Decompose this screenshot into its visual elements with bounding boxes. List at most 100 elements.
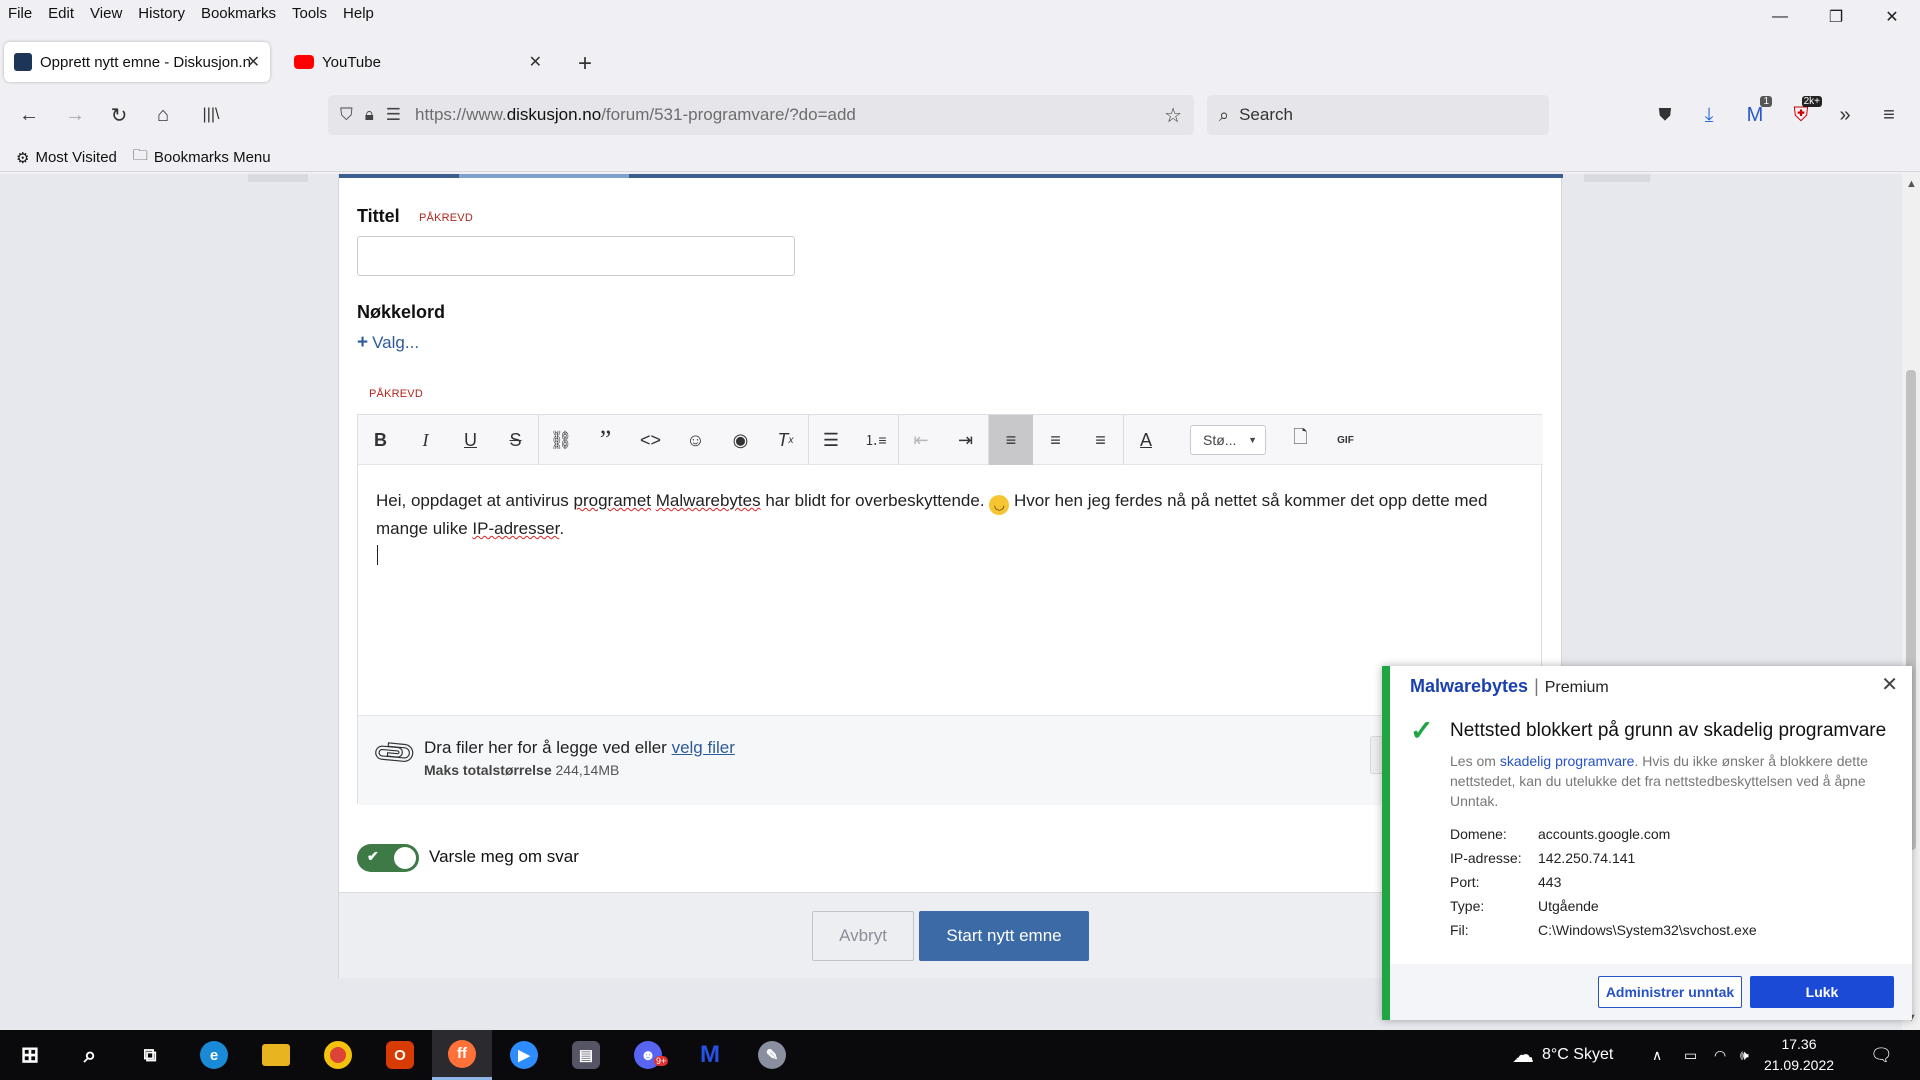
search-bar[interactable]: ⌕ Search [1207,95,1549,135]
menu-file[interactable]: File [0,5,40,22]
title-input[interactable] [357,236,795,276]
numbered-list-icon[interactable]: ⒈≡ [853,415,898,465]
keywords-choose-link[interactable]: + Valg... [357,332,419,354]
battery-icon[interactable]: ▭ [1684,1030,1697,1080]
notification-heading: Nettsted blokkert på grunn av skadelig p… [1450,720,1887,741]
menu-view[interactable]: View [82,5,130,22]
choose-files-link[interactable]: velg filer [672,738,735,757]
more-tools-icon[interactable]: » [1832,102,1858,128]
indent-icon[interactable]: ⇥ [943,415,988,465]
gif-icon[interactable]: GIF [1323,415,1368,465]
back-icon[interactable]: ← [16,102,42,128]
link-icon[interactable]: ⛓ [538,415,583,465]
align-left-icon[interactable]: ≡ [988,415,1033,465]
align-center-icon[interactable]: ≡ [1033,415,1078,465]
bookmark-menu[interactable]: 🗀 Bookmarks Menu [133,145,271,170]
taskbar-edge[interactable]: e [184,1030,244,1080]
form-footer: Avbryt Start nytt emne [339,892,1563,978]
underline-icon[interactable]: U [448,415,493,465]
close-tab-icon[interactable]: ✕ [529,52,542,72]
smile-emoji-icon: ◡ [989,495,1010,515]
code-icon[interactable]: <> [628,415,673,465]
outdent-icon[interactable]: ⇤ [898,415,943,465]
bookmark-star-icon[interactable]: ☆ [1164,103,1182,128]
lock-icon[interactable]: 🔒︎ [365,105,374,125]
ublock-extension-icon[interactable]: ⛨ 2k+ [1788,96,1822,128]
close-button[interactable]: Lukk [1750,976,1894,1008]
taskbar-malwarebytes[interactable]: M [680,1030,740,1080]
taskbar-firefox[interactable]: ff [432,1030,492,1080]
start-topic-button[interactable]: Start nytt emne [919,911,1089,961]
forward-icon[interactable]: → [62,102,88,128]
volume-icon[interactable]: 🕪︎ [1740,1030,1749,1080]
spoiler-eye-icon[interactable]: ◉ [718,415,763,465]
scroll-up-icon[interactable]: ▲ [1906,178,1917,190]
cloud-icon: ☁ [1512,1042,1534,1067]
hamburger-menu-icon[interactable]: ≡ [1876,102,1902,128]
manage-exceptions-button[interactable]: Administrer unntak [1598,976,1742,1008]
attachment-area[interactable]: 📎︎ Dra filer her for å legge ved eller v… [358,715,1543,805]
taskbar-office[interactable]: O [370,1030,430,1080]
tab-diskusjon[interactable]: Opprett nytt emne - Diskusjon.n ✕ [4,42,270,82]
reload-icon[interactable]: ↻ [106,102,132,128]
permissions-icon[interactable]: ☰ [386,105,401,125]
downloads-icon[interactable]: ⤓ [1696,102,1722,128]
start-button[interactable]: ⊞ [0,1030,60,1080]
malwarebytes-icon: M [700,1041,720,1068]
quote-icon[interactable]: ” [583,415,628,465]
editor-content[interactable]: Hei, oppdaget at antivirus programet Mal… [376,487,1531,543]
tray-chevron-up-icon[interactable]: ∧ [1652,1030,1662,1080]
close-window-button[interactable]: ✕ [1864,0,1920,34]
tab-youtube[interactable]: YouTube ✕ [284,42,552,82]
wifi-icon[interactable]: ◠ [1714,1030,1726,1080]
nav-bar: ← → ↻ ⌂ |||\ ⛉ 🔒︎ ☰ https://www.diskusjo… [0,92,1920,138]
minimize-button[interactable]: — [1752,0,1808,34]
taskbar-explorer[interactable] [246,1030,306,1080]
url-text[interactable]: https://www.diskusjon.no/forum/531-progr… [415,105,856,125]
shield-icon[interactable]: ⛉ [340,105,353,125]
detail-row-type: Type: Utgående [1450,898,1599,914]
menu-bar: File Edit View History Bookmarks Tools H… [0,0,1920,26]
taskbar-chrome[interactable] [308,1030,368,1080]
clear-format-icon[interactable]: Tx [763,415,808,465]
task-view-button[interactable]: ⧉ [120,1030,180,1080]
malwarebytes-extension-icon[interactable]: M 1 [1742,96,1772,128]
bookmark-most-visited[interactable]: ⚙ Most Visited [16,149,117,167]
text-color-icon[interactable]: A [1123,415,1168,465]
menu-history[interactable]: History [130,5,193,22]
office-icon: O [386,1041,414,1069]
bold-icon[interactable]: B [358,415,403,465]
close-icon[interactable]: ✕ [1881,672,1898,697]
taskbar-app[interactable]: ▤ [556,1030,616,1080]
bullet-list-icon[interactable]: ☰ [808,415,853,465]
menu-bookmarks[interactable]: Bookmarks [193,5,284,22]
emoji-icon[interactable]: ☺ [673,415,718,465]
malware-info-link[interactable]: skadelig programvare [1500,753,1635,769]
weather-widget[interactable]: ☁ 8°C Skyet [1512,1030,1613,1080]
menu-edit[interactable]: Edit [40,5,82,22]
search-button[interactable]: ⌕ [60,1030,120,1080]
library-icon[interactable]: |||\ [198,102,224,128]
menu-help[interactable]: Help [335,5,382,22]
taskbar-discord[interactable]: ☻ 9+ [618,1030,678,1080]
italic-icon[interactable]: I [403,415,448,465]
preview-icon[interactable]: 🗋 [1278,415,1323,465]
notification-center-icon[interactable]: 🗨︎ [1870,1030,1893,1080]
chrome-icon [324,1041,352,1069]
cancel-button[interactable]: Avbryt [812,911,914,961]
restore-button[interactable]: ❐ [1808,0,1864,34]
url-bar[interactable]: ⛉ 🔒︎ ☰ https://www.diskusjon.no/forum/53… [328,95,1194,135]
edge-icon: e [200,1041,228,1069]
taskbar-paint[interactable]: ✎ [742,1030,802,1080]
notify-toggle[interactable]: ✔ [357,844,419,872]
align-right-icon[interactable]: ≡ [1078,415,1123,465]
new-tab-button[interactable]: + [578,50,592,78]
menu-tools[interactable]: Tools [284,5,335,22]
close-tab-icon[interactable]: ✕ [247,52,260,72]
clock[interactable]: 17.36 21.09.2022 [1754,1034,1844,1076]
home-icon[interactable]: ⌂ [150,102,176,128]
strikethrough-icon[interactable]: S [493,415,538,465]
styles-dropdown[interactable]: Stø... ▼ [1190,425,1266,455]
pocket-icon[interactable]: ⛊ [1652,102,1678,128]
taskbar-zoom[interactable]: ▶ [494,1030,554,1080]
